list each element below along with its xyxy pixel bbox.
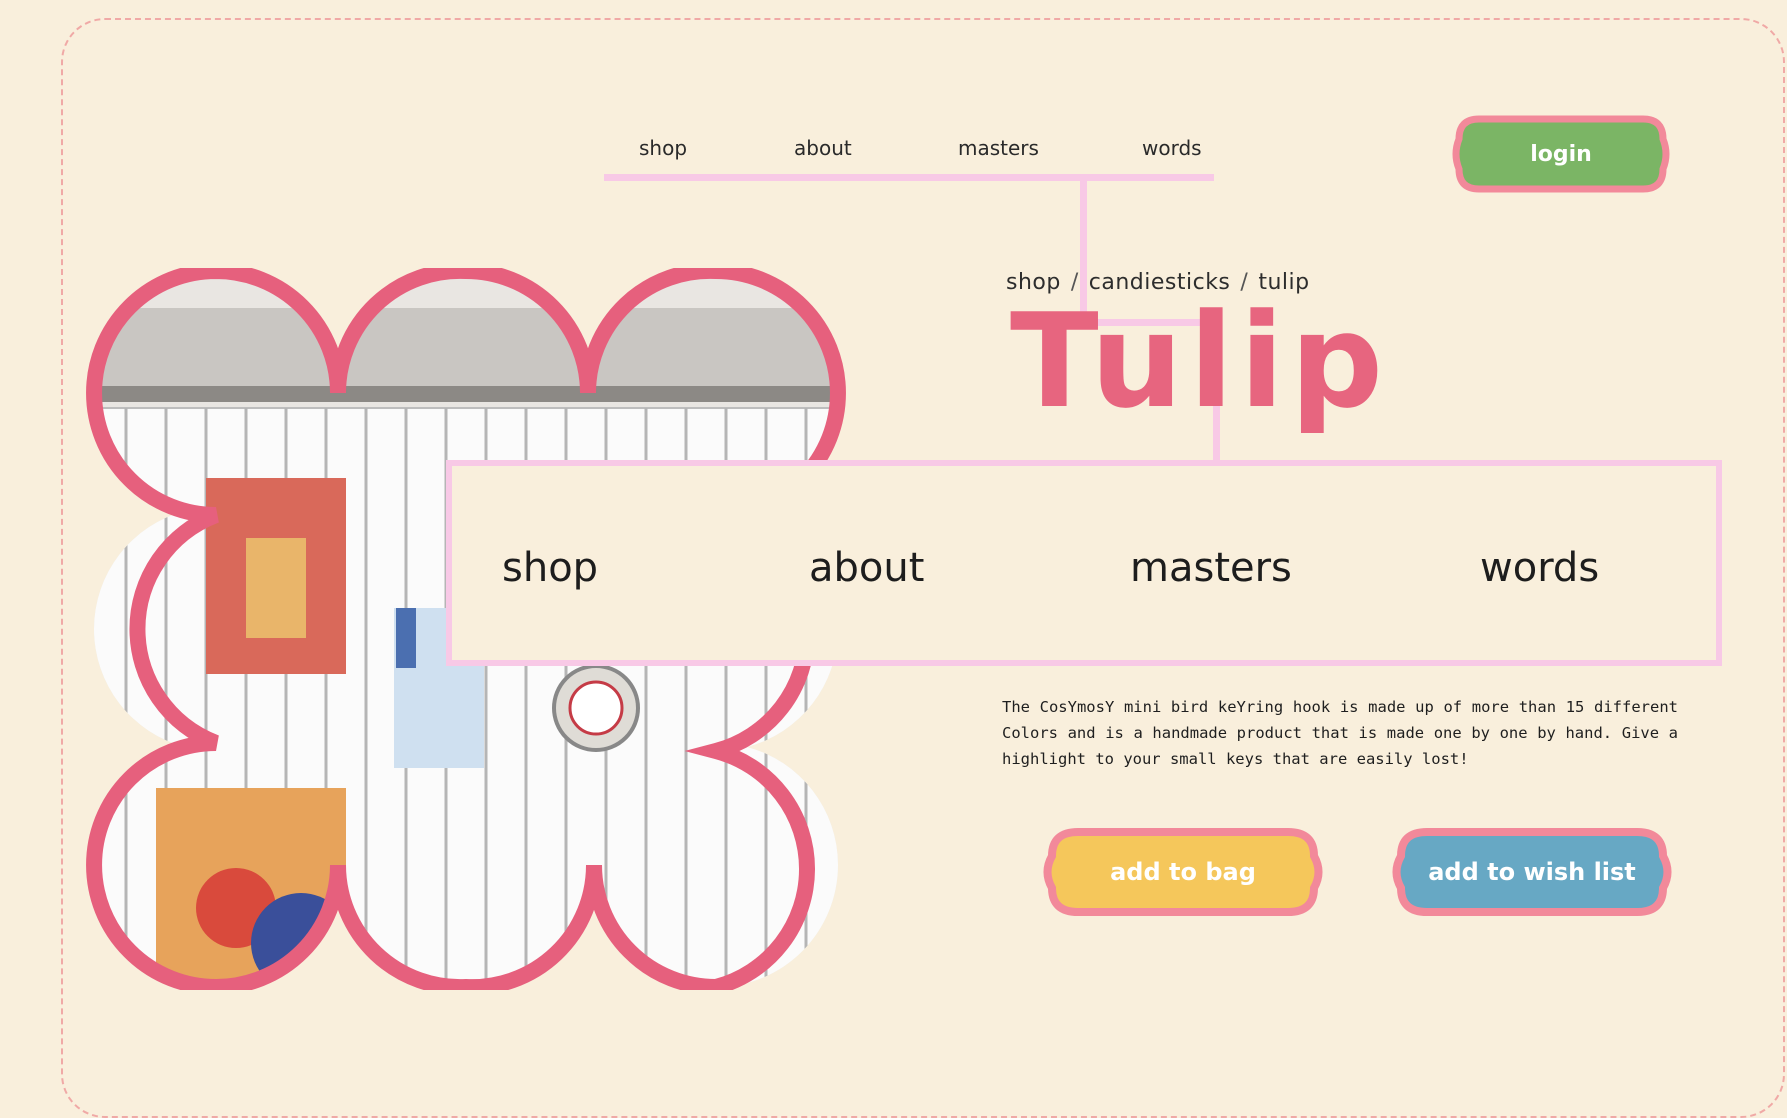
product-description: The CosYmosY mini bird keYring hook is m… xyxy=(1002,698,1678,768)
nav-dropdown: shop about masters words xyxy=(446,460,1722,666)
dropdown-about[interactable]: about xyxy=(809,545,924,591)
login-button[interactable]: login xyxy=(1449,111,1673,197)
nav-words[interactable]: words xyxy=(1142,136,1202,160)
product-title: Tulip xyxy=(1010,285,1390,437)
login-label: login xyxy=(1530,141,1592,167)
nav-about[interactable]: about xyxy=(794,136,852,160)
nav-masters[interactable]: masters xyxy=(958,136,1039,160)
dropdown-shop[interactable]: shop xyxy=(502,545,598,591)
dropdown-masters[interactable]: masters xyxy=(1130,545,1292,591)
add-to-wish-list-button[interactable]: add to wish list xyxy=(1387,822,1677,922)
add-to-wish-list-label: add to wish list xyxy=(1428,858,1636,886)
nav-shop[interactable]: shop xyxy=(639,136,687,160)
add-to-bag-button[interactable]: add to bag xyxy=(1038,822,1328,922)
nav-underline xyxy=(604,174,1214,181)
dropdown-words[interactable]: words xyxy=(1480,545,1599,591)
add-to-bag-label: add to bag xyxy=(1110,858,1256,886)
